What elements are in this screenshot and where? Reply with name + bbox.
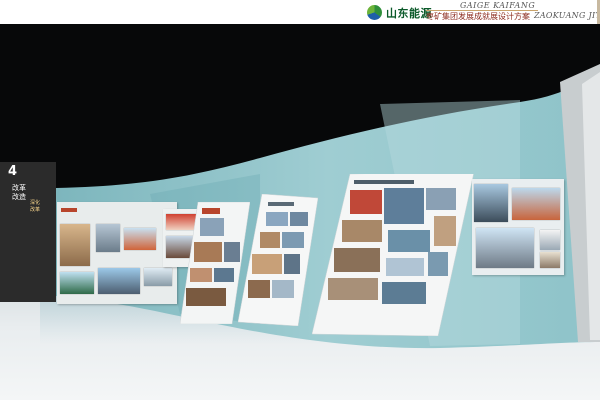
slanted-board-2 — [238, 194, 318, 326]
header-bar: 山东能源 GAIGE KAIFANG 枣矿集团发展成就展设计方案 ZAOKUAN… — [0, 0, 600, 24]
project-english-subtitle: ZAOKUANG JITUA — [534, 11, 600, 20]
section-tower — [0, 162, 56, 302]
section-subtitle: 深化改革 — [30, 200, 41, 213]
display-tag — [61, 208, 77, 212]
display-photo — [474, 184, 508, 222]
display-photo — [540, 252, 560, 268]
display-photo — [144, 268, 172, 286]
project-english-title: GAIGE KAIFANG — [460, 1, 536, 10]
render-page: 山东能源 GAIGE KAIFANG 枣矿集团发展成就展设计方案 ZAOKUAN… — [0, 0, 600, 400]
section-title: 改革改造 — [12, 184, 26, 201]
display-photo — [476, 228, 534, 268]
display-photo — [124, 228, 156, 250]
display-photo — [60, 224, 90, 266]
display-photo — [98, 268, 140, 294]
display-photo — [60, 272, 94, 294]
display-photo — [96, 224, 120, 252]
shandong-energy-logo-icon — [367, 5, 382, 20]
exhibition-scene: 4 改革改造 深化改革 — [0, 24, 600, 400]
display-photo — [512, 188, 560, 220]
project-chinese-title: 枣矿集团发展成就展设计方案 — [426, 12, 530, 21]
slanted-board-3 — [312, 174, 474, 336]
section-number: 4 — [8, 164, 18, 179]
display-photo — [540, 230, 560, 250]
